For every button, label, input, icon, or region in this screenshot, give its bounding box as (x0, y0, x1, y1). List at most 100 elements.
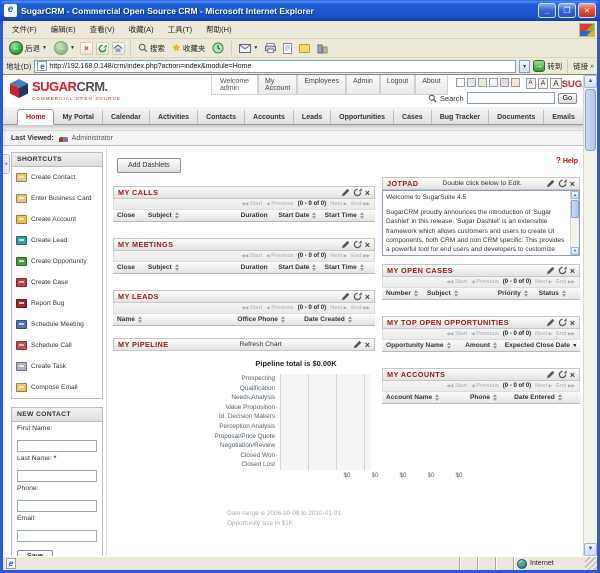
jotpad-scrollbar[interactable]: ▲ ▼ (570, 191, 579, 255)
column-duration[interactable]: Duration (241, 212, 279, 219)
font-size-2[interactable]: A (538, 78, 549, 89)
search-input[interactable] (467, 92, 555, 104)
column-number[interactable]: Number (386, 290, 427, 297)
shortcut-schedule-call[interactable]: Schedule Call (12, 335, 102, 356)
pagination-end[interactable]: End ▶▶ (556, 383, 575, 389)
dashlet-close-button[interactable]: × (365, 189, 370, 197)
dashlet-refresh-button[interactable] (353, 240, 362, 249)
pagination-start[interactable]: ◀◀ Start (241, 253, 262, 259)
column-start-date[interactable]: Start Date (278, 264, 324, 271)
jotpad-editor[interactable]: Welcome to SugarSuite 4.5SugarCRM proudl… (382, 190, 580, 256)
shortcut-enter-business-card[interactable]: Enter Business Card (12, 188, 102, 209)
column-subject[interactable]: Subject (148, 212, 241, 219)
menu-item-t[interactable]: 工具(T) (161, 22, 200, 37)
dashlet-edit-button[interactable] (546, 266, 555, 275)
pagination-start[interactable]: ◀◀ Start (446, 279, 467, 285)
email-input[interactable] (17, 530, 97, 542)
dashlet-edit-button[interactable] (353, 340, 362, 349)
dashlet-refresh-button[interactable] (558, 179, 567, 188)
pagination-previous[interactable]: ◀ Previous (266, 253, 294, 259)
column-start-date[interactable]: Start Date (278, 212, 324, 219)
shortcut-schedule-meeting[interactable]: Schedule Meeting (12, 314, 102, 335)
page-scrollbar[interactable]: ▲ ▼ (583, 75, 597, 556)
help-link[interactable]: ? Help (382, 156, 578, 165)
dashlet-refresh-button[interactable] (353, 188, 362, 197)
menu-item-h[interactable]: 帮助(H) (199, 22, 238, 37)
dashlet-refresh-button[interactable] (558, 318, 567, 327)
address-input[interactable]: e http://192.168.0.148/crm/index.php?act… (34, 60, 516, 73)
pagination-next[interactable]: Next ▶ (535, 279, 552, 285)
tab-emails[interactable]: Emails (544, 110, 583, 124)
close-button[interactable]: × (578, 3, 596, 18)
back-button[interactable]: ← 后退▼ (7, 41, 49, 55)
pagination-previous[interactable]: ◀ Previous (471, 331, 499, 337)
column-subject[interactable]: Subject (427, 290, 498, 297)
messenger-button[interactable] (297, 43, 312, 54)
last-name-input[interactable] (17, 470, 97, 482)
dashlet-close-button[interactable]: × (570, 371, 575, 379)
search-go-button[interactable]: Go (558, 93, 577, 104)
pagination-previous[interactable]: ◀ Previous (266, 305, 294, 311)
dashlet-refresh-button[interactable] (558, 370, 567, 379)
tab-contacts[interactable]: Contacts (198, 110, 245, 124)
theme-swatch-2[interactable] (467, 78, 476, 87)
dashlet-close-button[interactable]: × (365, 341, 370, 349)
address-dropdown[interactable]: ▼ (519, 60, 530, 73)
dashlet-edit-button[interactable] (546, 370, 555, 379)
theme-swatch-5[interactable] (500, 78, 509, 87)
column-name[interactable]: Name (117, 316, 237, 323)
history-button[interactable] (210, 42, 226, 54)
tab-documents[interactable]: Documents (489, 110, 544, 124)
pagination-start[interactable]: ◀◀ Start (241, 305, 262, 311)
scroll-down-icon[interactable]: ▼ (571, 247, 579, 255)
shortcut-report-bug[interactable]: Report Bug (12, 293, 102, 314)
scroll-thumb[interactable] (585, 89, 596, 151)
dashlet-edit-button[interactable] (546, 179, 555, 188)
menu-item-v[interactable]: 查看(V) (83, 22, 122, 37)
phone-input[interactable] (17, 500, 97, 512)
column-account-name[interactable]: Account Name (386, 394, 470, 401)
dashlet-edit-button[interactable] (341, 292, 350, 301)
pagination-next[interactable]: Next ▶ (330, 305, 347, 311)
column-duration[interactable]: Duration (241, 264, 279, 271)
mail-button[interactable]: ▼ (237, 44, 260, 53)
refresh-chart-link[interactable]: Refresh Chart (173, 341, 349, 348)
resize-grip[interactable] (585, 557, 597, 570)
dashlet-close-button[interactable]: × (570, 180, 575, 188)
shortcut-create-lead[interactable]: Create Lead (12, 230, 102, 251)
scroll-up-icon[interactable]: ▲ (571, 191, 579, 199)
font-size-1[interactable]: A (526, 78, 536, 89)
theme-swatch-4[interactable] (489, 78, 498, 87)
pagination-next[interactable]: Next ▶ (535, 331, 552, 337)
home-button[interactable] (112, 42, 125, 55)
column-office-phone[interactable]: Office Phone (237, 316, 304, 323)
search-button[interactable]: 搜索 (136, 43, 167, 54)
refresh-button[interactable] (96, 42, 109, 55)
shortcut-create-task[interactable]: Create Task (12, 356, 102, 377)
dashlet-edit-button[interactable] (546, 318, 555, 327)
pagination-end[interactable]: End ▶▶ (556, 279, 575, 285)
tab-accounts[interactable]: Accounts (245, 110, 294, 124)
maximize-button[interactable]: ❐ (558, 3, 576, 18)
column-date-created[interactable]: Date Created (304, 316, 371, 323)
minimize-button[interactable]: _ (538, 3, 556, 18)
tab-cases[interactable]: Cases (394, 110, 432, 124)
column-date-entered[interactable]: Date Entered (514, 394, 576, 401)
dashlet-close-button[interactable]: × (365, 293, 370, 301)
menu-item-a[interactable]: 收藏(A) (122, 22, 161, 37)
pagination-start[interactable]: ◀◀ Start (446, 331, 467, 337)
pagination-next[interactable]: Next ▶ (535, 383, 552, 389)
dashlet-edit-button[interactable] (341, 188, 350, 197)
pagination-end[interactable]: End ▶▶ (351, 201, 370, 207)
menu-item-e[interactable]: 编辑(E) (44, 22, 83, 37)
print-button[interactable] (263, 43, 278, 53)
tab-calendar[interactable]: Calendar (103, 110, 150, 124)
shortcut-create-opportunity[interactable]: Create Opportunity (12, 251, 102, 272)
userbar-link-admin[interactable]: Admin (346, 75, 380, 95)
sugarcrm-logo[interactable]: SUGARCRM. COMMERCIAL OPEN SOURCE (9, 78, 121, 101)
dashlet-edit-button[interactable] (341, 240, 350, 249)
userbar-link-logout[interactable]: Logout (380, 75, 415, 95)
shortcut-create-account[interactable]: Create Account (12, 209, 102, 230)
dashlet-close-button[interactable]: × (570, 267, 575, 275)
shortcut-compose-email[interactable]: Compose Email (12, 377, 102, 398)
